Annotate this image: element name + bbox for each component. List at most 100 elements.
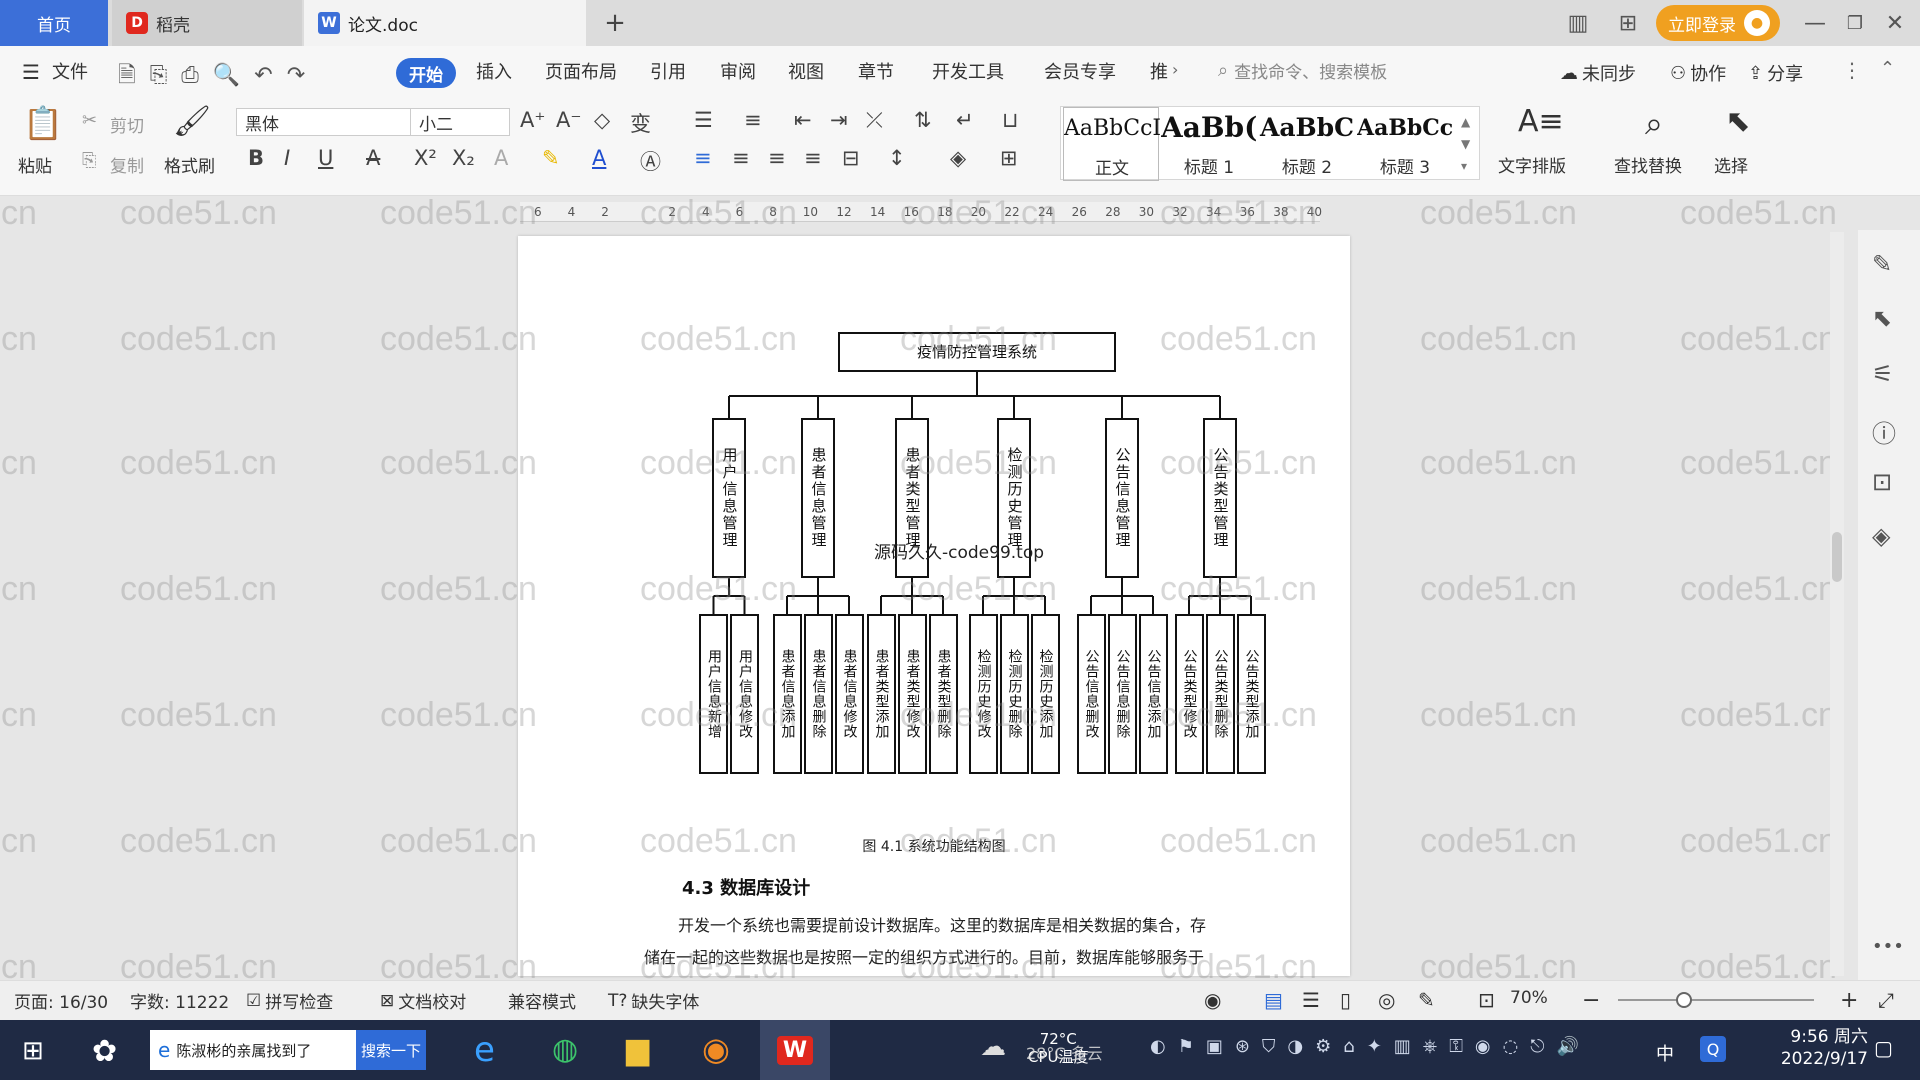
adjust-sliders-icon[interactable]: ⚟ — [1872, 360, 1894, 388]
find-replace-icon[interactable]: ⌕ — [1632, 104, 1676, 143]
char-border-icon[interactable]: Ⓐ — [640, 146, 661, 176]
eye-protection-icon[interactable]: ◉ — [1204, 988, 1221, 1012]
menu-view[interactable]: 视图 — [788, 58, 824, 84]
bullet-list-icon[interactable]: ☰ — [694, 108, 713, 132]
increase-indent-icon[interactable]: ⇥ — [830, 108, 848, 132]
grow-font-icon[interactable]: A⁺ — [520, 108, 545, 132]
font-family-select[interactable]: 黑体 — [236, 108, 412, 136]
tab-document[interactable]: W 论文.doc — [304, 0, 586, 46]
compat-mode-label[interactable]: 兼容模式 — [508, 988, 576, 1013]
style-heading3[interactable]: AaBbCcl 标题 3 — [1357, 107, 1453, 181]
missing-font-button[interactable]: T? 缺失字体 — [608, 988, 699, 1014]
zoom-slider-thumb[interactable] — [1676, 992, 1692, 1008]
sync-status[interactable]: ☁ 未同步 — [1560, 60, 1636, 86]
help-icon[interactable]: ⓘ — [1872, 414, 1896, 449]
file-explorer-icon[interactable]: ▆ — [626, 1032, 649, 1067]
tab-stops-icon[interactable]: ⊔ — [1002, 108, 1018, 132]
task-view-icon[interactable]: ✿ — [92, 1034, 117, 1069]
web-view-icon[interactable]: ◎ — [1378, 988, 1395, 1012]
app-tray-icon[interactable]: ◉ — [702, 1030, 730, 1068]
search-go-button[interactable]: 搜索一下 — [356, 1030, 426, 1070]
strikethrough-icon[interactable]: A — [366, 146, 380, 170]
navigation-icon[interactable]: ◈ — [1872, 522, 1890, 550]
menu-file[interactable]: 文件 — [52, 58, 88, 84]
collaborate-button[interactable]: ⚇ 协作 — [1670, 60, 1726, 86]
scrollbar-thumb[interactable] — [1832, 532, 1842, 582]
paste-button[interactable]: 粘贴 — [18, 152, 52, 177]
clear-format-icon[interactable]: ◇ — [594, 108, 610, 132]
justify-icon[interactable]: ≡ — [804, 146, 822, 170]
ime-indicator[interactable]: 中 — [1656, 1040, 1674, 1066]
word-count[interactable]: 字数: 11222 — [130, 988, 229, 1013]
page-indicator[interactable]: 页面: 16/30 — [14, 988, 108, 1013]
share-button[interactable]: ⇪ 分享 — [1748, 60, 1803, 86]
qq-tray-icon[interactable]: Q — [1700, 1036, 1726, 1062]
more-options-icon[interactable]: ⋮ — [1842, 58, 1862, 82]
format-painter-icon[interactable]: 🖌 — [172, 104, 212, 139]
horizontal-ruler[interactable]: 6 4 2 2 4 6 8 10 12 14 16 18 20 22 24 26 28 30 32 34 36 38 40 — [520, 202, 1322, 222]
wps-taskbar-button[interactable]: W — [760, 1020, 830, 1080]
underline-icon[interactable]: U — [318, 146, 333, 170]
vertical-scrollbar[interactable] — [1830, 232, 1844, 976]
decrease-indent-icon[interactable]: ⇤ — [794, 108, 812, 132]
italic-icon[interactable]: I — [284, 146, 290, 170]
select-cursor-icon[interactable]: ⬉ — [1718, 104, 1758, 139]
menu-insert[interactable]: 插入 — [476, 58, 512, 84]
align-right-icon[interactable]: ≡ — [768, 146, 786, 170]
cut-button[interactable]: 剪切 — [110, 112, 144, 137]
read-view-icon[interactable]: ▯ — [1340, 988, 1351, 1012]
select-button[interactable]: 选择 — [1714, 152, 1748, 177]
sort-icon[interactable]: ⇅ — [914, 108, 932, 132]
fit-page-icon[interactable]: ⊡ — [1478, 988, 1495, 1012]
shrink-font-icon[interactable]: A⁻ — [556, 108, 581, 132]
align-left-icon[interactable]: ≡ — [694, 146, 712, 170]
windows-start-icon[interactable]: ⊞ — [22, 1036, 44, 1066]
text-layout-button[interactable]: 文字排版 — [1498, 152, 1566, 177]
close-icon[interactable]: ✕ — [1880, 8, 1910, 38]
line-spacing-icon[interactable]: ↕ — [888, 146, 906, 170]
copy-button[interactable]: 复制 — [110, 152, 144, 177]
superscript-icon[interactable]: X² — [414, 146, 437, 170]
image-tool-icon[interactable]: ⊡ — [1872, 468, 1892, 496]
new-tab-button[interactable]: + — [598, 6, 632, 40]
login-button[interactable]: 立即登录 ● — [1656, 5, 1780, 41]
menu-review[interactable]: 审阅 — [720, 58, 756, 84]
command-search[interactable]: ⌕ 查找命令、搜索模板 — [1218, 58, 1387, 83]
style-normal[interactable]: AaBbCcI 正文 — [1063, 107, 1160, 181]
collapse-ribbon-icon[interactable]: ⌃ — [1880, 58, 1895, 79]
style-heading2[interactable]: AaBbC 标题 2 — [1259, 107, 1355, 181]
weather-icon[interactable]: ☁ — [980, 1032, 1006, 1062]
minimize-icon[interactable]: — — [1800, 8, 1830, 38]
outline-view-icon[interactable]: ☰ — [1302, 988, 1320, 1012]
align-center-icon[interactable]: ≡ — [732, 146, 750, 170]
news-search-box[interactable]: e 陈淑彬的亲属找到了 — [150, 1030, 356, 1070]
pointer-icon[interactable]: ⬉ — [1872, 304, 1892, 332]
subscript-icon[interactable]: X₂ — [452, 146, 475, 170]
fullscreen-icon[interactable]: ⤢ — [1878, 988, 1894, 1012]
bold-icon[interactable]: B — [248, 146, 264, 170]
reading-mode-icon[interactable]: ▥ — [1560, 8, 1596, 38]
more-tools-icon[interactable]: ••• — [1872, 936, 1904, 957]
menu-page-layout[interactable]: 页面布局 — [545, 58, 617, 84]
scissors-icon[interactable]: ✂ — [82, 110, 97, 131]
text-layout-icon[interactable]: A≡ — [1518, 104, 1564, 139]
zoom-slider[interactable] — [1618, 999, 1814, 1001]
distributed-icon[interactable]: ⊟ — [842, 146, 860, 170]
pen-icon[interactable]: ✎ — [1872, 250, 1892, 278]
style-heading1[interactable]: AaBb(标题 1 — [1161, 107, 1257, 181]
text-effect-icon[interactable]: A — [494, 146, 508, 170]
menu-chapter[interactable]: 章节 — [858, 58, 894, 84]
tab-home[interactable]: 首页 — [0, 0, 108, 46]
write-mode-icon[interactable]: ✎ — [1418, 988, 1435, 1012]
chevron-right-icon[interactable]: › — [1172, 60, 1178, 79]
format-painter-button[interactable]: 格式刷 — [164, 152, 215, 177]
menu-references[interactable]: 引用 — [650, 58, 686, 84]
menu-more[interactable]: 推 — [1150, 58, 1168, 84]
shading-icon[interactable]: ◈ — [950, 146, 966, 170]
ie-icon[interactable]: e — [474, 1030, 495, 1070]
menu-vip[interactable]: 会员专享 — [1044, 58, 1116, 84]
system-tray-icons[interactable]: ◐⚑▣⊛⛉◑⚙⌂✦▥⎈⚿◉◌⎋🔊 — [1150, 1036, 1591, 1057]
font-color-icon[interactable]: A — [592, 146, 606, 170]
document-page[interactable]: 疫情防控管理系统 用户信息管理 用户信息新增 用户信息修改 患者信息管理 患者信息添加患… — [518, 236, 1350, 976]
clock[interactable]: 9:56 周六 2022/9/17 — [1756, 1026, 1868, 1070]
